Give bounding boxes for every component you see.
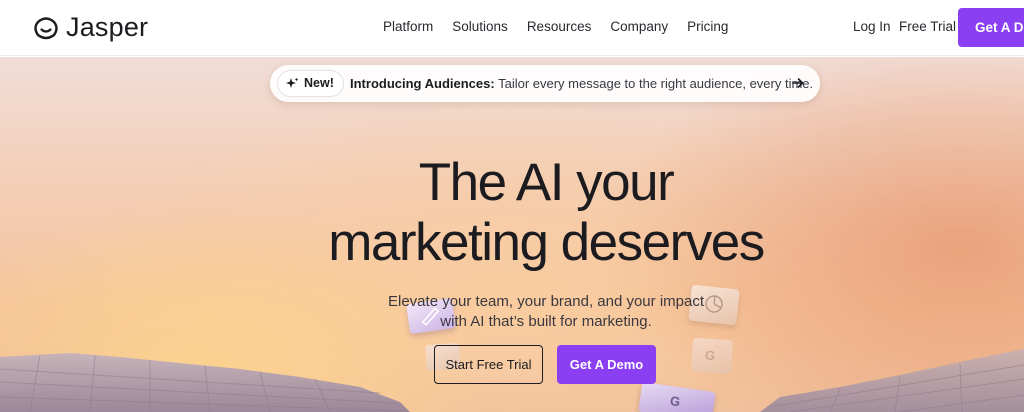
banner-description: Tailor every message to the right audien… — [498, 76, 814, 91]
new-badge-label: New! — [304, 76, 334, 90]
hero-subtext: Elevate your team, your brand, and your … — [0, 292, 1024, 332]
main-nav: Platform Solutions Resources Company Pri… — [383, 19, 747, 34]
g-glyph-icon: G — [704, 347, 716, 364]
start-free-trial-button[interactable]: Start Free Trial — [434, 345, 543, 384]
nav-resources[interactable]: Resources — [527, 19, 592, 34]
banner-title: Introducing Audiences: — [350, 76, 495, 91]
get-demo-header-button[interactable]: Get A Demo — [958, 8, 1024, 47]
nav-solutions[interactable]: Solutions — [452, 19, 508, 34]
logo-text: Jasper — [66, 12, 149, 42]
subtext-line-1: Elevate your team, your brand, and your … — [388, 293, 704, 310]
new-badge: New! — [278, 71, 343, 96]
nav-pricing[interactable]: Pricing — [687, 19, 728, 34]
floating-tile: G — [690, 337, 734, 375]
nav-platform[interactable]: Platform — [383, 19, 433, 34]
headline-line-2: marketing deserves — [328, 213, 765, 272]
banner-text: Introducing Audiences: Tailor every mess… — [350, 76, 813, 91]
g-glyph-icon: G — [669, 393, 682, 410]
site-header: Jasper Platform Solutions Resources Comp… — [0, 0, 1024, 56]
sparkle-icon — [286, 77, 299, 88]
hero-section: G G New! Introducing Audiences: Tailor e… — [0, 57, 1024, 412]
subtext-line-2: with AI that’s built for marketing. — [440, 313, 652, 330]
logo-link[interactable]: Jasper — [32, 12, 148, 43]
get-demo-button[interactable]: Get A Demo — [557, 345, 656, 384]
login-link[interactable]: Log In — [853, 19, 891, 34]
arrow-right-icon — [792, 78, 804, 88]
jasper-logo-icon — [34, 16, 58, 39]
nav-company[interactable]: Company — [610, 19, 668, 34]
announcement-banner[interactable]: New! Introducing Audiences: Tailor every… — [270, 65, 820, 102]
headline-line-1: The AI your — [418, 153, 675, 212]
free-trial-link[interactable]: Free Trial — [899, 19, 956, 34]
hero-headline: The AI your marketing deserves — [0, 153, 1024, 273]
